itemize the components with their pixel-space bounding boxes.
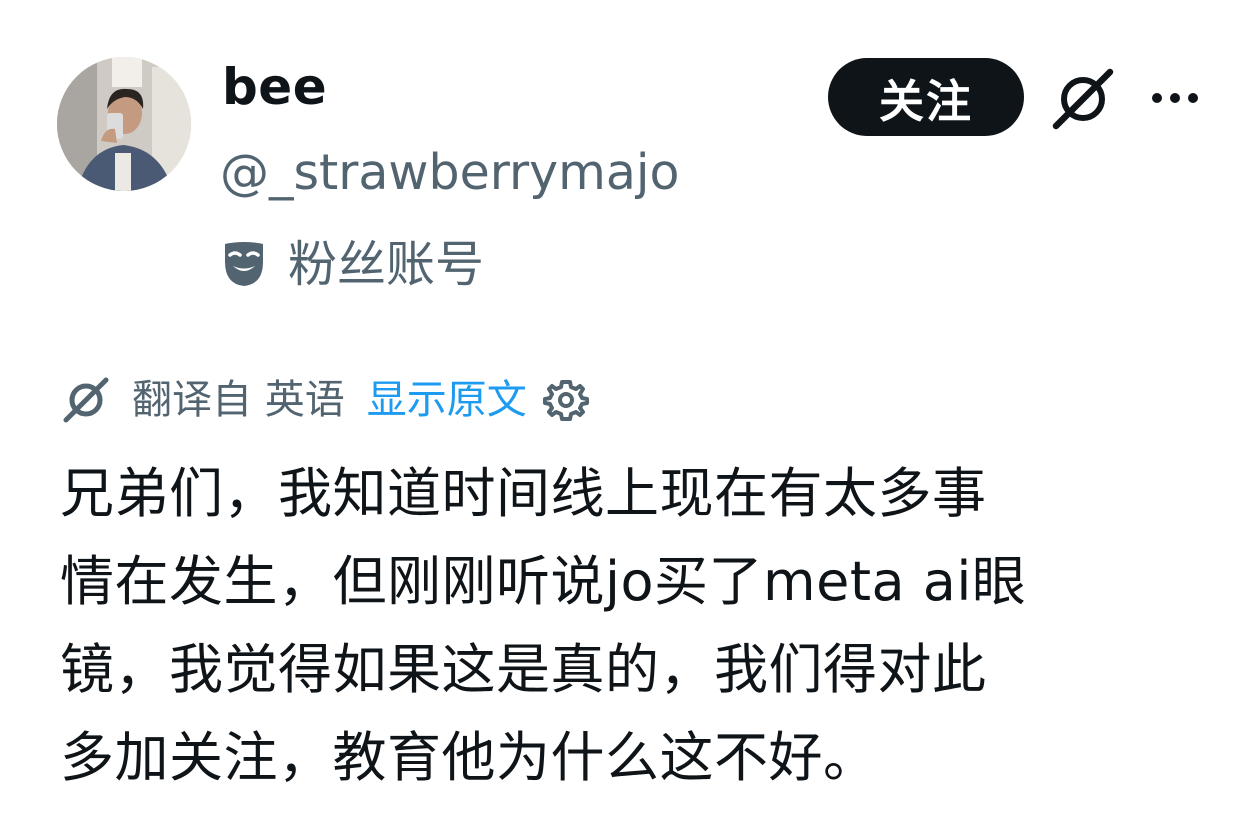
grok-icon[interactable] (1050, 68, 1116, 130)
post-text-line: 镜，我觉得如果这是真的，我们得对此 (60, 638, 987, 701)
avatar-photo (57, 57, 191, 191)
user-handle[interactable]: @_strawberrymajo (220, 148, 680, 197)
post-text-line: 多加关注，教育他为什么这不好。 (60, 726, 878, 789)
post-text: 兄弟们，我知道时间线上现在有太多事 情在发生，但刚刚听说jo买了meta ai眼… (60, 450, 1210, 802)
post-text-line: 兄弟们，我知道时间线上现在有太多事 (60, 462, 987, 525)
more-icon[interactable] (1150, 88, 1200, 108)
grok-translate-icon (63, 377, 109, 423)
translated-from-label: 翻译自 英语 (132, 377, 345, 423)
gear-icon[interactable] (542, 377, 589, 423)
display-name[interactable]: bee (222, 62, 327, 112)
follow-button[interactable]: 关注 (828, 58, 1024, 136)
avatar[interactable] (57, 57, 191, 191)
post-text-line: 情在发生，但刚刚听说jo买了meta ai眼 (60, 550, 1027, 613)
mask-icon (225, 242, 263, 286)
account-type-badge: 粉丝账号 (222, 236, 484, 292)
account-type-label: 粉丝账号 (288, 235, 485, 293)
show-original-link[interactable]: 显示原文 (367, 380, 527, 420)
translation-bar: 翻译自 英语 显示原文 (62, 374, 589, 426)
